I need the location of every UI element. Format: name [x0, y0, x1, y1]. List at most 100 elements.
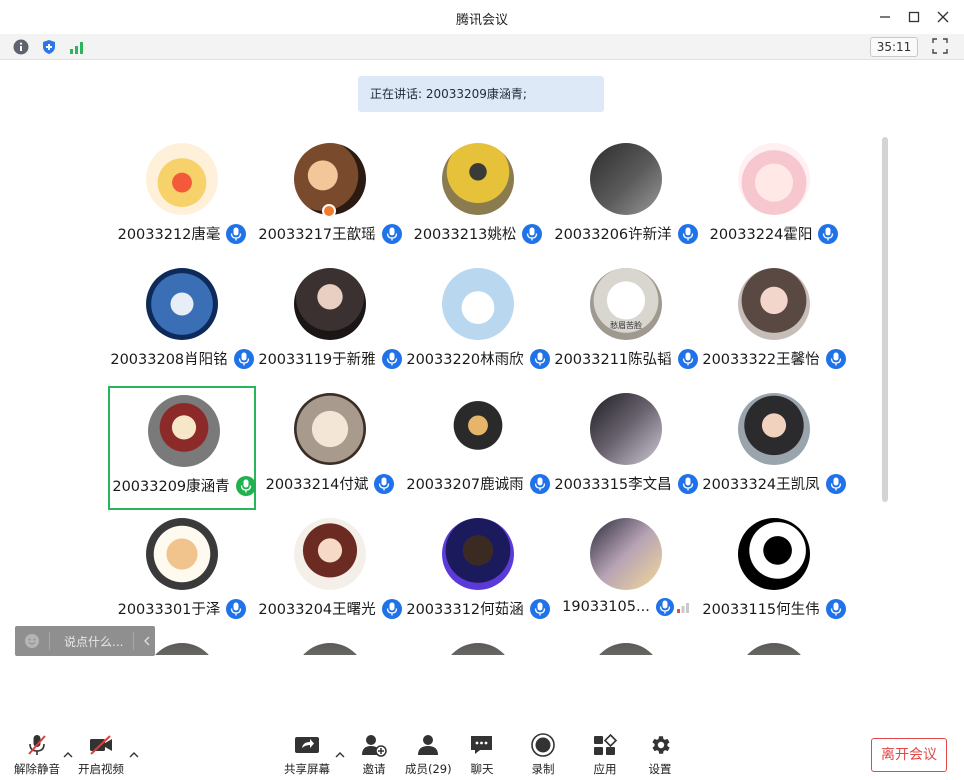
video-label: 开启视频	[78, 762, 124, 776]
participant-tile[interactable]: 20033324王凯凤	[700, 386, 848, 510]
mic-icon	[226, 598, 247, 619]
participant-name: 20033115何生伟	[702, 602, 820, 618]
avatar	[442, 643, 514, 655]
participant-name: 20033209康涵青	[112, 479, 230, 495]
participant-tile[interactable]: 20033224霍阳	[700, 136, 848, 260]
audio-options-chevron-icon[interactable]	[62, 746, 74, 758]
invite-button[interactable]: 邀请	[361, 732, 387, 777]
participant-tile[interactable]: 愁眉苦脸 20033211陈弘韬	[552, 261, 700, 385]
invite-label: 邀请	[362, 762, 386, 776]
avatar	[738, 518, 810, 590]
collapse-chevron-icon[interactable]	[142, 635, 152, 647]
participant-name: 20033214付斌	[265, 477, 369, 493]
participant-tile[interactable]: 20033204王曙光	[256, 511, 404, 635]
avatar	[738, 393, 810, 465]
avatar	[146, 268, 218, 340]
mic-icon	[233, 348, 254, 369]
start-video-button[interactable]: 开启视频	[78, 732, 124, 777]
chat-label: 聊天	[470, 762, 494, 776]
participant-name: 20033312何茹涵	[406, 602, 524, 618]
speaking-banner: 正在讲话: 20033209康涵青;	[358, 76, 604, 112]
mic-icon	[529, 348, 550, 369]
participant-tile[interactable]: 20033209康涵青	[108, 386, 256, 510]
participant-tile[interactable]: 19033105...	[552, 511, 700, 635]
participant-name: 20033324王凯凤	[702, 477, 820, 493]
share-options-chevron-icon[interactable]	[334, 746, 346, 758]
avatar	[590, 143, 662, 215]
participant-tile[interactable]: 20033207鹿诚雨	[404, 386, 552, 510]
participant-tile[interactable]: 20033206许新洋	[552, 136, 700, 260]
unmute-button[interactable]: 解除静音	[14, 732, 60, 777]
participant-tile[interactable]: 20033214付斌	[256, 386, 404, 510]
unmute-label: 解除静音	[14, 762, 60, 776]
settings-button[interactable]: 设置	[647, 732, 673, 777]
participant-tile[interactable]: 20033212唐毫	[108, 136, 256, 260]
record-button[interactable]: 录制	[530, 732, 556, 777]
apps-grid-icon	[592, 732, 618, 758]
participant-tile[interactable]: 20033312何茹涵	[404, 511, 552, 635]
participant-name: 19033105...	[562, 599, 650, 615]
participant-name: 20033315李文昌	[554, 477, 672, 493]
video-off-icon	[88, 732, 114, 758]
avatar	[146, 643, 218, 655]
mic-icon	[677, 473, 698, 494]
share-screen-button[interactable]: 共享屏幕	[284, 732, 330, 777]
mic-icon	[825, 473, 846, 494]
chat-button[interactable]: 聊天	[469, 732, 495, 777]
avatar	[738, 643, 810, 655]
host-badge-icon	[322, 204, 336, 218]
chat-quick-input[interactable]: 说点什么...	[15, 626, 155, 656]
add-user-icon	[361, 732, 387, 758]
mic-icon	[381, 348, 402, 369]
record-label: 录制	[531, 762, 555, 776]
participant-name: 20033212唐毫	[117, 227, 221, 243]
participant-tile[interactable]: 20033220林雨欣	[404, 261, 552, 385]
participant-tile[interactable]: 20033322王馨怡	[700, 261, 848, 385]
mic-icon	[529, 473, 550, 494]
avatar	[442, 393, 514, 465]
apps-label: 应用	[593, 762, 617, 776]
avatar	[442, 518, 514, 590]
avatar	[590, 393, 662, 465]
mic-icon	[529, 598, 550, 619]
mic-icon	[677, 223, 698, 244]
members-icon	[415, 732, 441, 758]
participant-tile[interactable]: 20033119于新雅	[256, 261, 404, 385]
avatar	[294, 643, 366, 655]
participant-tile[interactable]: 20033315李文昌	[552, 386, 700, 510]
participant-name: 20033204王曙光	[258, 602, 376, 618]
mic-icon	[374, 473, 395, 494]
mic-icon	[226, 223, 247, 244]
avatar	[148, 395, 220, 467]
participant-tile[interactable]: 20033115何生伟	[700, 511, 848, 635]
avatar	[146, 143, 218, 215]
participant-name: 20033322王馨怡	[702, 352, 820, 368]
participant-tile[interactable]: 20033208肖阳铭	[108, 261, 256, 385]
grid-scrollbar[interactable]	[882, 137, 888, 502]
leave-meeting-button[interactable]: 离开会议	[871, 738, 947, 772]
participant-name: 20033207鹿诚雨	[406, 477, 524, 493]
avatar	[146, 518, 218, 590]
control-bar: 解除静音 开启视频 共享屏幕 邀请 成员(29) 聊天 录制 应用 设置	[0, 722, 964, 780]
mic-icon	[381, 598, 402, 619]
members-label: 成员(29)	[405, 762, 452, 776]
participant-name: 20033206许新洋	[554, 227, 672, 243]
participant-tile[interactable]: 20033217王歆瑶	[256, 136, 404, 260]
participant-name: 20033208肖阳铭	[110, 352, 228, 368]
participant-name: 20033213姚松	[413, 227, 517, 243]
mic-speaking-icon	[235, 475, 256, 496]
emoji-icon[interactable]	[24, 633, 40, 649]
members-button[interactable]: 成员(29)	[405, 732, 452, 777]
apps-button[interactable]: 应用	[592, 732, 618, 777]
mic-icon	[677, 348, 698, 369]
participant-tile[interactable]: 20033213姚松	[404, 136, 552, 260]
mic-icon	[381, 223, 402, 244]
participant-name: 20033224霍阳	[709, 227, 813, 243]
video-options-chevron-icon[interactable]	[128, 746, 140, 758]
avatar-caption: 愁眉苦脸	[610, 321, 642, 330]
participant-tile[interactable]: 20033301于泽	[108, 511, 256, 635]
chat-bubble-icon	[469, 732, 495, 758]
participant-name: 20033301于泽	[117, 602, 221, 618]
avatar	[590, 643, 662, 655]
participant-name: 20033211陈弘韬	[554, 352, 672, 368]
